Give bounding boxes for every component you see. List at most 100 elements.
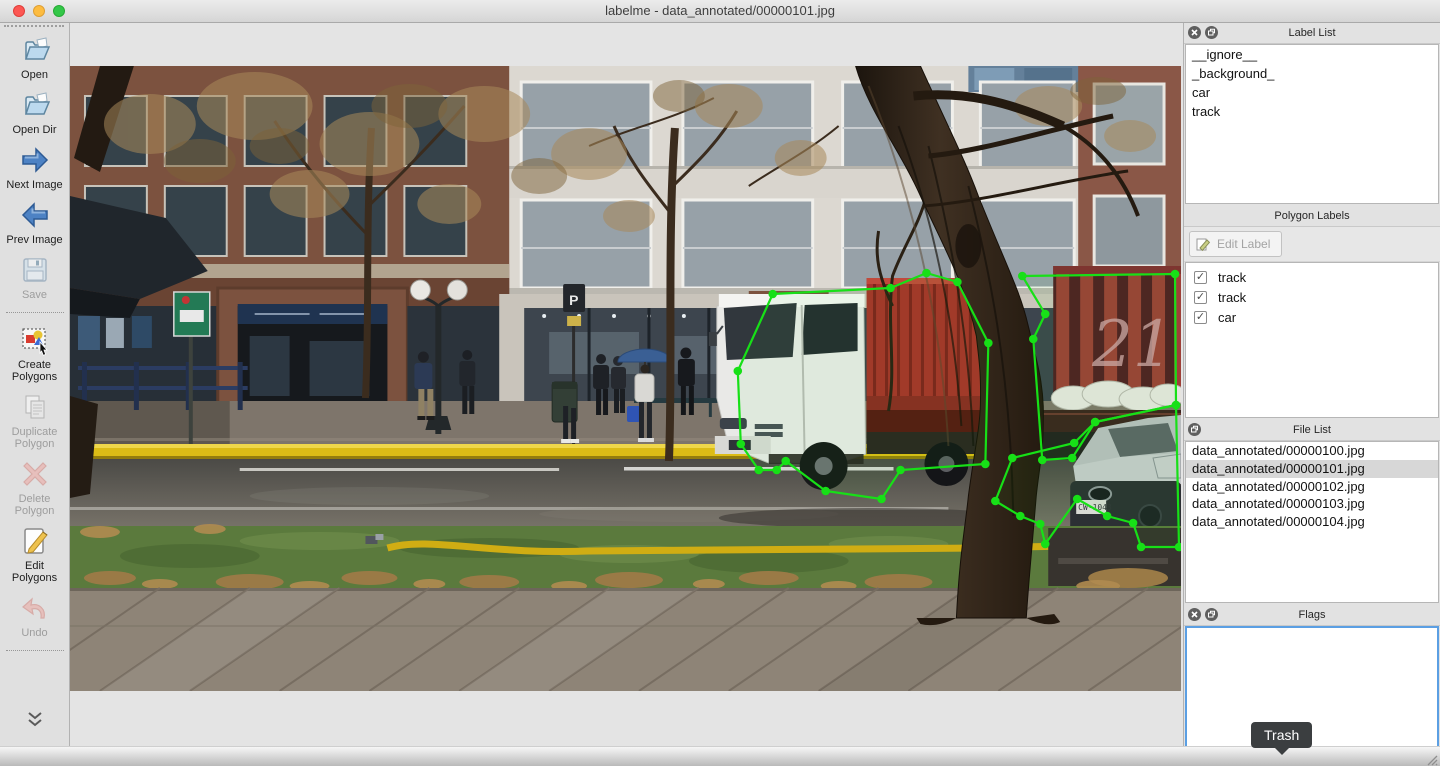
polygon-vertex[interactable] — [768, 290, 777, 299]
polygon-vertex[interactable] — [1103, 512, 1112, 521]
label-list[interactable]: __ignore___background_cartrack — [1185, 44, 1439, 204]
polygon-label-text: car — [1218, 310, 1236, 325]
polygon-labels-toolbar: Edit Label — [1184, 227, 1440, 262]
file-list-item[interactable]: data_annotated/00000100.jpg — [1186, 442, 1438, 460]
polygon-vertex[interactable] — [1016, 512, 1025, 521]
polygon-label-item[interactable]: ✓ track — [1186, 267, 1438, 287]
minimize-window-button[interactable] — [33, 5, 45, 17]
tool-next-image[interactable]: Next Image — [2, 143, 68, 191]
annotation-overlay[interactable] — [70, 66, 1181, 691]
polygon-vertex[interactable] — [984, 339, 993, 348]
polygon-vertex[interactable] — [737, 440, 746, 449]
tool-label: Next Image — [2, 179, 68, 191]
file-list-item[interactable]: data_annotated/00000103.jpg — [1186, 495, 1438, 513]
close-window-button[interactable] — [13, 5, 25, 17]
toolbar-drag-handle[interactable] — [4, 25, 64, 27]
file-list[interactable]: data_annotated/00000100.jpgdata_annotate… — [1185, 441, 1439, 603]
polygon-labels-list[interactable]: ✓ track ✓ track ✓ car — [1185, 262, 1439, 418]
tool-open[interactable]: Open — [2, 33, 68, 81]
polygon-vertex[interactable] — [1073, 495, 1082, 504]
polygon-vertex[interactable] — [1129, 519, 1138, 528]
label-list-item[interactable]: car — [1186, 83, 1438, 102]
open-dir-icon — [18, 88, 52, 121]
labelme-window: labelme - data_annotated/00000101.jpg Op… — [0, 0, 1440, 766]
chevron-double-down-icon — [22, 711, 48, 729]
trash-tooltip: Trash — [1251, 722, 1312, 748]
tool-delete-polygon[interactable]: Delete Polygon — [2, 457, 68, 517]
polygon-visibility-checkbox[interactable]: ✓ — [1194, 291, 1207, 304]
file-list-float-button[interactable] — [1188, 423, 1201, 439]
polygon-labels-header: Polygon Labels — [1184, 206, 1440, 227]
label-list-item[interactable]: track — [1186, 102, 1438, 121]
polygon-vertex[interactable] — [781, 457, 790, 466]
file-list-item[interactable]: data_annotated/00000102.jpg — [1186, 478, 1438, 496]
tool-label: Open — [2, 69, 68, 81]
polygon-vertex[interactable] — [754, 466, 763, 475]
polygon-vertex[interactable] — [772, 466, 781, 475]
tool-prev-image[interactable]: Prev Image — [2, 198, 68, 246]
tool-label: Edit Polygons — [2, 560, 68, 584]
tool-save[interactable]: Save — [2, 253, 68, 301]
trash-tooltip-text: Trash — [1264, 727, 1299, 743]
polygon-vertex[interactable] — [991, 497, 1000, 506]
title-bar: labelme - data_annotated/00000101.jpg — [0, 0, 1440, 23]
tool-duplicate-polygon[interactable]: Duplicate Polygon — [2, 390, 68, 450]
label-list-close-button[interactable] — [1188, 26, 1201, 42]
polygon-vertex[interactable] — [1172, 401, 1181, 410]
tool-undo[interactable]: Undo — [2, 591, 68, 639]
label-list-item[interactable]: __ignore__ — [1186, 45, 1438, 64]
polygon-vertex[interactable] — [981, 460, 990, 469]
file-list-item[interactable]: data_annotated/00000101.jpg — [1186, 460, 1438, 478]
file-list-title: File List — [1293, 424, 1331, 436]
tool-label: Save — [2, 289, 68, 301]
polygon-labels-title: Polygon Labels — [1274, 210, 1349, 222]
tool-label: Open Dir — [2, 124, 68, 136]
tool-create-polygons[interactable]: Create Polygons — [2, 323, 68, 383]
polygon-vertex[interactable] — [1041, 540, 1050, 549]
polygon-vertex[interactable] — [1041, 310, 1050, 319]
tool-edit-polygons[interactable]: Edit Polygons — [2, 524, 68, 584]
polygon-visibility-checkbox[interactable]: ✓ — [1194, 271, 1207, 284]
polygon-label-text: track — [1218, 290, 1246, 305]
polygon-label-item[interactable]: ✓ car — [1186, 307, 1438, 327]
edit-label-button[interactable]: Edit Label — [1189, 231, 1282, 257]
polygon-vertex[interactable] — [1029, 335, 1038, 344]
polygon-vertex[interactable] — [886, 284, 895, 293]
flags-float-button[interactable] — [1205, 608, 1218, 624]
annotated-photo[interactable]: 21 — [70, 66, 1181, 691]
polygon-vertex[interactable] — [922, 269, 931, 278]
polygon-vertex[interactable] — [896, 466, 905, 475]
polygon-vertex[interactable] — [734, 367, 743, 376]
polygon-label-text: track — [1218, 270, 1246, 285]
file-list-item[interactable]: data_annotated/00000104.jpg — [1186, 513, 1438, 531]
polygon-label-item[interactable]: ✓ track — [1186, 287, 1438, 307]
zoom-window-button[interactable] — [53, 5, 65, 17]
polygon-vertex[interactable] — [1018, 272, 1027, 281]
label-list-panel: Label List __ignore___background_cartrac… — [1184, 23, 1440, 204]
toolbar-overflow-button[interactable] — [22, 711, 48, 734]
polygon-vertex[interactable] — [1137, 543, 1146, 552]
flags-title: Flags — [1299, 609, 1326, 621]
polygon-vertex[interactable] — [821, 487, 830, 496]
polygon-vertex[interactable] — [1036, 520, 1045, 529]
polygon-vertex[interactable] — [1070, 439, 1079, 448]
polygon-vertex[interactable] — [1091, 418, 1100, 427]
resize-grip[interactable] — [1425, 753, 1439, 766]
edit-label-button-text: Edit Label — [1217, 237, 1270, 251]
polygon-vertex[interactable] — [877, 495, 886, 504]
polygon-vertex[interactable] — [953, 278, 962, 287]
canvas-area: 21 — [70, 23, 1183, 746]
file-list-header: File List — [1184, 420, 1440, 441]
flags-close-button[interactable] — [1188, 608, 1201, 624]
annotation-polygon-track[interactable] — [734, 269, 993, 504]
next-image-icon — [18, 143, 52, 176]
polygon-vertex[interactable] — [1171, 270, 1180, 279]
label-list-float-button[interactable] — [1205, 26, 1218, 42]
tool-label: Undo — [2, 627, 68, 639]
create-polygons-icon — [18, 323, 52, 356]
polygon-visibility-checkbox[interactable]: ✓ — [1194, 311, 1207, 324]
pencil-icon — [1196, 237, 1211, 252]
polygon-vertex[interactable] — [1008, 454, 1017, 463]
tool-open-dir[interactable]: Open Dir — [2, 88, 68, 136]
label-list-item[interactable]: _background_ — [1186, 64, 1438, 83]
